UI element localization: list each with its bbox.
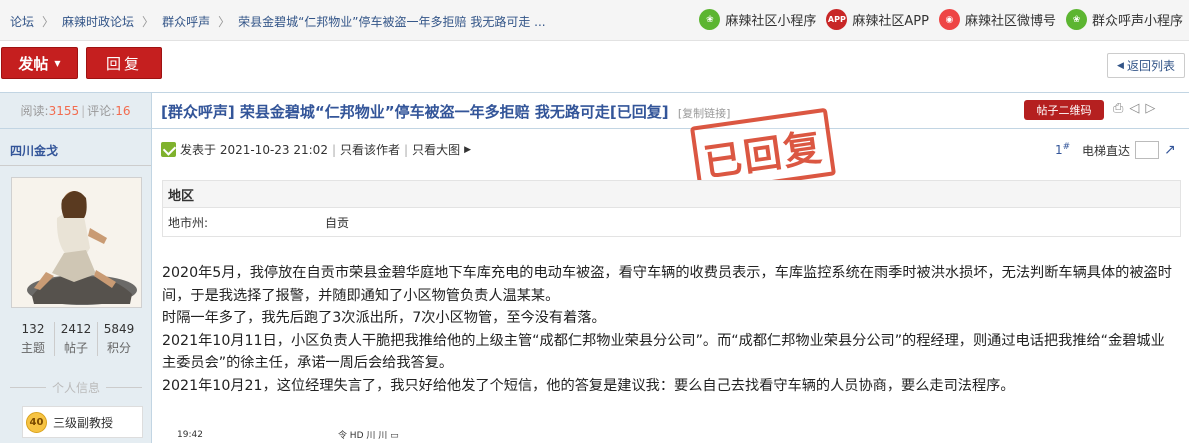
avatar-image bbox=[12, 178, 141, 307]
region-heading: 地区 bbox=[163, 181, 1180, 208]
back-to-list-label: 返回列表 bbox=[1126, 59, 1175, 73]
author-column: 四川金戈 132 主题 2412 帖子 5849 积分 个人信息 40 三级副教… bbox=[0, 129, 152, 443]
author-stats: 132 主题 2412 帖子 5849 积分 bbox=[12, 322, 140, 356]
new-post-label: 发帖 bbox=[18, 54, 49, 73]
quick-links: ❀ 麻辣社区小程序 APP 麻辣社区APP ◉ 麻辣社区微博号 ❀ 群众呼声小程… bbox=[699, 9, 1183, 30]
views-label: 阅读: bbox=[20, 104, 49, 118]
region-table: 地区 地市州: 自贡 bbox=[162, 180, 1181, 237]
screenshot-time: 19:42 bbox=[177, 429, 203, 440]
screenshot-status: 令 HD 川 川 ▭ bbox=[337, 431, 399, 441]
post-meta: 发表于 2021-10-23 21:02 | 只看该作者 | 只看大图 ▶ bbox=[161, 141, 471, 158]
elevator-jump: 电梯直达 ↗ bbox=[1082, 141, 1176, 159]
wechat-miniprogram-icon: ❀ bbox=[1065, 9, 1087, 30]
stat-value: 132 bbox=[21, 322, 45, 336]
caret-right-icon[interactable]: ▶ bbox=[464, 145, 471, 155]
quicklink-label: 麻辣社区APP bbox=[852, 14, 929, 29]
region-row: 地市州: 自贡 bbox=[163, 208, 1180, 237]
floor-value: 1 bbox=[1055, 143, 1063, 157]
next-thread-icon[interactable]: ▷ bbox=[1145, 101, 1155, 116]
weibo-icon: ◉ bbox=[938, 9, 960, 30]
copy-link-button[interactable]: [复制链接] bbox=[678, 107, 731, 120]
personal-info-label: 个人信息 bbox=[52, 381, 101, 395]
chevron-right-icon: 〉 bbox=[42, 15, 55, 29]
floor-number[interactable]: 1# bbox=[1055, 142, 1070, 157]
quicklink-label: 麻辣社区微博号 bbox=[964, 14, 1056, 29]
stat-value: 5849 bbox=[103, 322, 135, 336]
stat-label: 帖子 bbox=[63, 341, 88, 355]
breadcrumb: 论坛 〉 麻辣时政论坛 〉 群众呼声 〉 荣县金碧城“仁邦物业”停车被盗一年多拒… bbox=[10, 13, 546, 30]
stat-label: 积分 bbox=[106, 341, 131, 355]
floor-sign: # bbox=[1062, 142, 1071, 152]
stat-value: 2412 bbox=[60, 322, 92, 336]
attached-screenshot[interactable]: 19:42 令 HD 川 川 ▭ bbox=[162, 426, 402, 443]
qr-code-button[interactable]: 帖子二维码 bbox=[1024, 100, 1104, 120]
elevator-label: 电梯直达 bbox=[1082, 143, 1131, 158]
author-name[interactable]: 四川金戈 bbox=[10, 142, 58, 159]
posts-stat[interactable]: 2412 帖子 bbox=[55, 322, 98, 356]
level-badge-icon: 40 bbox=[26, 411, 47, 433]
back-to-list-button[interactable]: ◀ 返回列表 bbox=[1107, 53, 1185, 78]
app-icon: APP bbox=[826, 9, 848, 30]
thread-title: [群众呼声] 荣县金碧城“仁邦物业”停车被盗一年多拒赔 我无路可走[已回复] [… bbox=[161, 101, 730, 122]
breadcrumb-current-thread[interactable]: 荣县金碧城“仁邦物业”停车被盗一年多拒赔 我无路可走 ... bbox=[238, 13, 546, 30]
divider: | bbox=[81, 103, 86, 118]
breadcrumb-public-voice[interactable]: 群众呼声 bbox=[162, 13, 210, 30]
chevron-right-icon: 〉 bbox=[142, 15, 155, 29]
previous-thread-icon[interactable]: ◁ bbox=[1129, 101, 1139, 116]
divider bbox=[0, 165, 151, 166]
posted-time: 发表于 2021-10-23 21:02 bbox=[180, 143, 328, 157]
new-post-button[interactable]: 发帖 ▼ bbox=[1, 47, 78, 79]
replies-count: 16 bbox=[115, 103, 131, 118]
post-content: 2020年5月，我停放在自贡市荣县金碧华庭地下车库充电的电动车被盗，看守车辆的收… bbox=[162, 262, 1177, 397]
only-author-link[interactable]: 只看该作者 bbox=[340, 141, 400, 158]
region-value: 自贡 bbox=[325, 216, 350, 230]
only-images-link[interactable]: 只看大图 bbox=[412, 141, 460, 158]
divider: | bbox=[404, 142, 409, 157]
top-bar: 论坛 〉 麻辣时政论坛 〉 群众呼声 〉 荣县金碧城“仁邦物业”停车被盗一年多拒… bbox=[0, 0, 1189, 41]
quicklink-public-voice-miniprogram[interactable]: ❀ 群众呼声小程序 bbox=[1065, 9, 1183, 30]
print-icon[interactable]: ⎙ bbox=[1113, 101, 1123, 116]
floor-jump-input[interactable] bbox=[1135, 141, 1160, 159]
online-status-icon bbox=[161, 142, 176, 157]
chevron-down-icon: ▼ bbox=[54, 58, 61, 68]
topics-stat[interactable]: 132 主题 bbox=[12, 322, 55, 356]
stat-label: 主题 bbox=[20, 341, 45, 355]
thread-tools: ⎙ ◁ ▷ bbox=[1113, 101, 1155, 116]
quicklink-app[interactable]: APP 麻辣社区APP bbox=[826, 9, 929, 30]
quicklink-weibo[interactable]: ◉ 麻辣社区微博号 bbox=[938, 9, 1056, 30]
points-stat[interactable]: 5849 积分 bbox=[98, 322, 140, 356]
breadcrumb-forum[interactable]: 论坛 bbox=[10, 13, 34, 30]
content-paragraph: 2021年10月11日，小区负责人干脆把我推给他的上级主管“成都仁邦物业荣县分公… bbox=[162, 332, 1165, 372]
content-paragraph: 2021年10月21，这位经理失言了，我只好给他发了个短信，他的答复是建议我：要… bbox=[162, 377, 1015, 394]
avatar[interactable] bbox=[11, 177, 142, 308]
chevron-left-icon: ◀ bbox=[1117, 60, 1124, 71]
personal-info-heading: 个人信息 bbox=[10, 379, 142, 396]
breadcrumb-politics-forum[interactable]: 麻辣时政论坛 bbox=[62, 13, 134, 30]
quicklink-miniprogram[interactable]: ❀ 麻辣社区小程序 bbox=[699, 9, 816, 30]
quicklink-label: 麻辣社区小程序 bbox=[725, 14, 817, 29]
thread-title-text: [群众呼声] 荣县金碧城“仁邦物业”停车被盗一年多拒赔 我无路可走[已回复] bbox=[161, 103, 669, 121]
chevron-right-icon: 〉 bbox=[218, 15, 231, 29]
quicklink-label: 群众呼声小程序 bbox=[1091, 14, 1183, 29]
thread-stats: 阅读: 3155 | 评论: 16 bbox=[0, 93, 152, 128]
region-key: 地市州: bbox=[168, 216, 209, 230]
content-paragraph: 时隔一年多了，我先后跑了3次派出所，7次小区物管，至今没有着落。 bbox=[162, 310, 606, 326]
rank-title: 三级副教授 bbox=[53, 415, 114, 430]
go-arrow-icon[interactable]: ↗ bbox=[1164, 142, 1176, 158]
reply-button[interactable]: 回复 bbox=[86, 47, 162, 79]
wechat-miniprogram-icon: ❀ bbox=[699, 9, 721, 30]
thread-header: 阅读: 3155 | 评论: 16 [群众呼声] 荣县金碧城“仁邦物业”停车被盗… bbox=[0, 92, 1189, 129]
replies-label: 评论: bbox=[87, 104, 116, 118]
views-count: 3155 bbox=[48, 103, 80, 118]
divider: | bbox=[331, 142, 336, 157]
user-rank: 40 三级副教授 bbox=[22, 406, 143, 438]
content-paragraph: 2020年5月，我停放在自贡市荣县金碧华庭地下车库充电的电动车被盗，看守车辆的收… bbox=[162, 265, 1172, 304]
